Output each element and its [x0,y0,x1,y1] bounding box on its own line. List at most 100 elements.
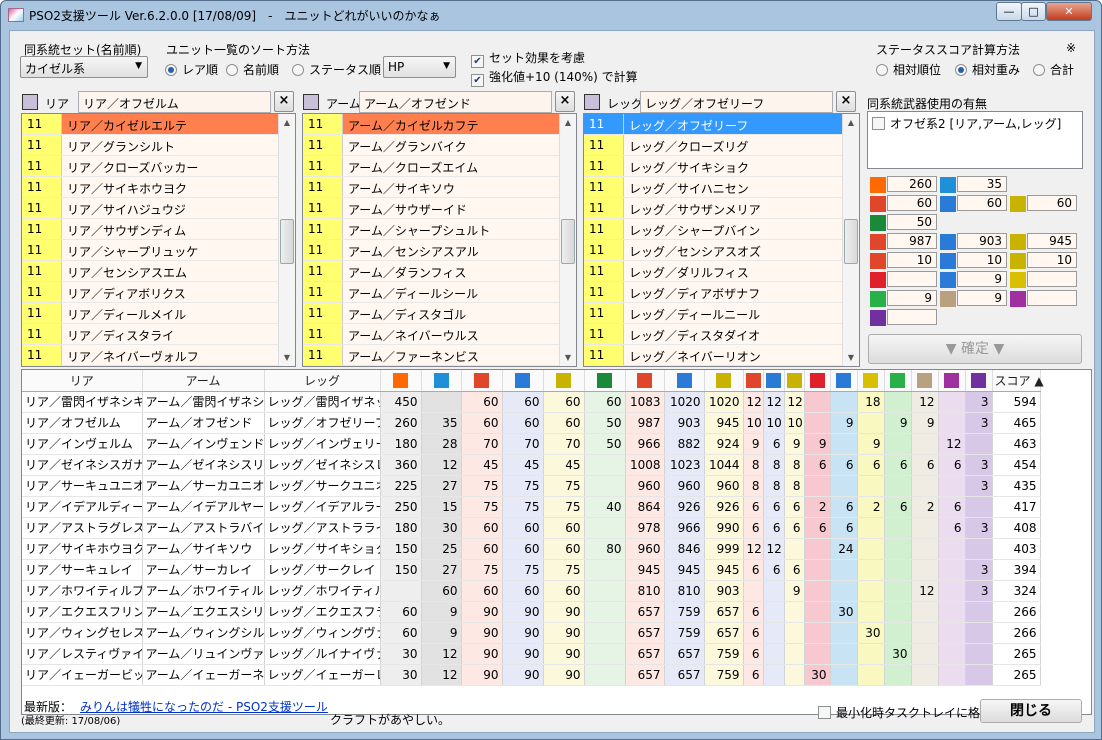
scroll-down-icon[interactable]: ▼ [843,349,859,366]
arm-list[interactable]: 11 アーム／カイゼルカフテ 11 アーム／グランバイク 11 アーム／クローズエイム 11… [302,113,577,367]
maximize-button[interactable]: □ [1021,2,1046,21]
table-row[interactable]: リア／ホワイティルプルムアーム／ホワイティルピナレッグ／ホワイティルエア6060… [22,580,1041,602]
close-button[interactable]: 閉じる [980,699,1082,723]
list-item[interactable]: 11 アーム／クローズエイム [303,156,576,177]
minimize-button[interactable]: — [996,2,1022,21]
stat-column-header[interactable] [857,370,885,392]
stat-column-header[interactable] [625,370,665,392]
table-row[interactable]: リア／エクエスフリンアーム／エクエスシリルレッグ／エクエスフラグ60990909… [22,601,1041,623]
arm-clear-button[interactable]: × [555,91,575,112]
status-combo[interactable]: HP ▼ [383,56,456,78]
list-item[interactable]: 11 アーム／シャープシュルト [303,219,576,240]
table-row[interactable]: リア／オフゼルム アーム／オフゼンド レッグ／オフゼリーフ 260 35 60 60 60 50… [22,412,1041,434]
leg-list[interactable]: 11 レッグ／オフゼリーフ 11 レッグ／クローズリグ 11 レッグ／サイキショク 11 レッ… [583,113,860,367]
list-item[interactable]: 11 アーム／サイキソウ [303,177,576,198]
scrollbar[interactable]: ▲ ▼ [842,114,859,366]
scroll-thumb[interactable] [561,219,575,264]
list-item[interactable]: 11 リア／カイゼルエルテ [22,114,295,135]
sort-radio-name[interactable]: 名前順 [226,61,279,78]
stat-column-header[interactable] [743,370,764,392]
stat-column-header[interactable] [884,370,912,392]
sort-radio-rare[interactable]: レア順 [165,61,218,78]
rear-search-input[interactable]: リア／オフゼルム [78,91,271,113]
stat-column-header[interactable] [804,370,831,392]
list-item[interactable]: 11 アーム／ディスタゴル [303,303,576,324]
list-item[interactable]: 11 レッグ／サウザンメリア [584,198,859,219]
column-header[interactable]: レッグ [264,370,381,392]
list-item[interactable]: 11 リア／ディアボリクス [22,282,295,303]
list-item[interactable]: 11 アーム／ディールシール [303,282,576,303]
set-effect-checkbox[interactable]: ✔ セット効果を考慮 [471,49,585,68]
rear-clear-button[interactable]: × [274,91,294,112]
stat-column-header[interactable] [461,370,503,392]
list-item[interactable]: 11 レッグ／オフゼリーフ [584,114,859,135]
list-item[interactable]: 11 レッグ／サイキショク [584,156,859,177]
list-item[interactable]: 11 リア／サウザンディム [22,219,295,240]
scroll-thumb[interactable] [844,219,858,264]
scroll-down-icon[interactable]: ▼ [560,349,576,366]
stat-column-header[interactable] [421,370,462,392]
list-item[interactable]: 11 レッグ／センシアスオズ [584,240,859,261]
table-row[interactable]: リア／アストラグレスアーム／アストラバイオレッグ／アストラライズ18030606… [22,517,1041,539]
rear-list[interactable]: 11 リア／カイゼルエルテ 11 リア／グランシルト 11 リア／クローズバッカー 11 リア… [21,113,296,367]
list-item[interactable]: 11 リア／ディールメイル [22,303,295,324]
list-item[interactable]: 11 アーム／サウザーイド [303,198,576,219]
list-item[interactable]: 11 レッグ／シャープバイン [584,219,859,240]
stat-column-header[interactable] [543,370,585,392]
stat-column-header[interactable] [380,370,422,392]
list-item[interactable]: 11 レッグ／ディアボザナフ [584,282,859,303]
stat-column-header[interactable] [584,370,626,392]
scroll-down-icon[interactable]: ▼ [279,349,295,366]
list-item[interactable]: 11 アーム／センシアスアル [303,240,576,261]
stat-column-header[interactable] [784,370,805,392]
table-row[interactable]: リア／ゼイネシスガナフアーム／ゼイネシスリタレッグ／ゼイネシスレム3601245… [22,454,1041,476]
list-item[interactable]: 11 リア／サイハジュウジ [22,198,295,219]
table-row[interactable]: リア／ウィングセレスアーム／ウィングシルダレッグ／ウィングヴァント6099090… [22,622,1041,644]
table-row[interactable]: リア／インヴェルムアーム／インヴェンドレッグ／インヴェリーフ1802870707… [22,433,1041,455]
scroll-up-icon[interactable]: ▲ [279,114,295,131]
stat-column-header[interactable] [830,370,858,392]
list-item[interactable]: 11 リア／シャープリュッケ [22,240,295,261]
table-row[interactable]: リア／レスティヴァイゼアーム／リュインヴァイゼレッグ／ルイナイヴァ…301290… [22,643,1041,665]
score-radio-weight[interactable]: 相対重み [955,61,1020,78]
confirm-button[interactable]: ▼ 確定 ▼ [868,334,1082,364]
list-item[interactable]: 11 レッグ／クローズリグ [584,135,859,156]
column-header[interactable]: アーム [142,370,265,392]
stat-column-header[interactable] [664,370,705,392]
scrollbar[interactable]: ▲ ▼ [278,114,295,366]
list-item[interactable]: 11 リア／ディスタライ [22,324,295,345]
list-item[interactable]: 11 アーム／グランバイク [303,135,576,156]
stat-column-header[interactable] [704,370,744,392]
stat-column-header[interactable] [965,370,993,392]
table-row[interactable]: リア／サイキホウヨク アーム／サイキソウ レッグ／サイキショク 150 25 60 60 60… [22,538,1041,560]
list-item[interactable]: 11 レッグ／ダリルフィス [584,261,859,282]
scrollbar[interactable]: ▲ ▼ [559,114,576,366]
close-window-button[interactable]: ✕ [1046,2,1092,21]
table-row[interactable]: リア／イデアルディールアーム／イデアルヤードレッグ／イデアルラーナ2501575… [22,496,1041,518]
list-item[interactable]: 11 リア／クローズバッカー [22,156,295,177]
scroll-up-icon[interactable]: ▲ [843,114,859,131]
list-item[interactable]: 11 リア／ネイバーヴォルフ [22,345,295,366]
score-radio-sum[interactable]: 合計 [1033,61,1074,78]
list-item[interactable]: 11 レッグ／ディールニール [584,303,859,324]
table-row[interactable]: リア／サーキュレイ アーム／サーカレイ レッグ／サークレイ 150 27 75 75 75 94… [22,559,1041,581]
scroll-up-icon[interactable]: ▲ [560,114,576,131]
list-item[interactable]: 11 レッグ／ネイバーリオン [584,345,859,366]
table-row[interactable]: リア／サーキュユニオンアーム／サーカユニオンレッグ／サークユニオン2252775… [22,475,1041,497]
weapon-checkbox[interactable]: オフゼ系2 [リア,アーム,レッグ] [872,115,1061,132]
list-item[interactable]: 11 リア／サイキホウヨク [22,177,295,198]
stat-column-header[interactable] [911,370,939,392]
list-item[interactable]: 11 アーム／ダランフィス [303,261,576,282]
score-radio-rank[interactable]: 相対順位 [876,61,941,78]
table-row[interactable]: リア／雷閃イザネシキアーム／雷閃イザネシキレッグ／雷閃イザネッチ45060606… [22,391,1041,413]
stat-column-header[interactable] [938,370,966,392]
sort-radio-status[interactable]: ステータス順 [292,61,381,78]
stat-column-header[interactable] [763,370,785,392]
leg-search-input[interactable]: レッグ／オフゼリーフ [640,91,833,113]
tray-checkbox[interactable]: 最小化時タスクトレイに格納 [818,704,992,721]
list-item[interactable]: 11 リア／センシアスエム [22,261,295,282]
arm-search-input[interactable]: アーム／オフゼンド [359,91,552,113]
enhance-checkbox[interactable]: ✔ 強化値+10 (140%) で計算 [471,68,638,87]
leg-clear-button[interactable]: × [836,91,856,112]
score-header[interactable]: スコア ▲ [992,370,1044,392]
